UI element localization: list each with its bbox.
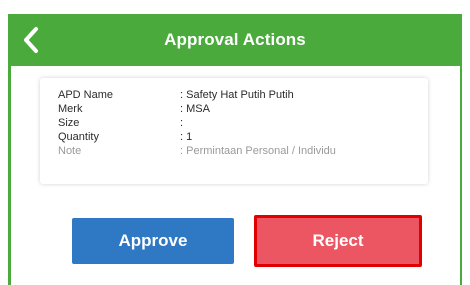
detail-label: Merk (58, 103, 83, 115)
reject-button[interactable]: Reject (254, 215, 422, 267)
detail-value: : Safety Hat Putih Putih (180, 89, 294, 101)
detail-value: : MSA (180, 103, 210, 115)
page-title: Approval Actions (164, 30, 306, 49)
detail-value: : (180, 117, 184, 129)
app-header: Approval Actions (8, 14, 462, 66)
chevron-left-icon (24, 27, 38, 53)
detail-label: APD Name (58, 89, 114, 101)
back-button[interactable] (18, 24, 48, 56)
detail-value: : 1 (180, 131, 193, 143)
request-details-card: APD Name : Safety Hat Putih Putih Merk :… (40, 78, 428, 184)
approve-button[interactable]: Approve (72, 218, 234, 264)
detail-value: : Permintaan Personal / Individu (180, 145, 336, 157)
detail-label: Note (58, 145, 82, 157)
detail-label: Quantity (58, 131, 99, 143)
detail-label: Size (58, 117, 80, 129)
